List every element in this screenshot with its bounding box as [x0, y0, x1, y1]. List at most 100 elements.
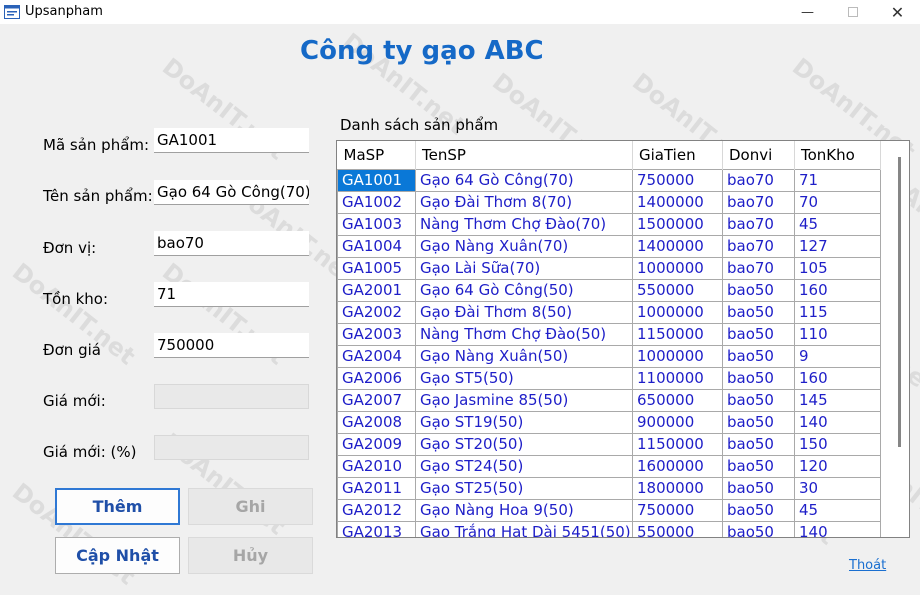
ma-san-pham-field[interactable]: GA1001	[154, 128, 309, 153]
table-cell-donvi[interactable]: bao70	[722, 256, 795, 280]
column-header-masp[interactable]: MaSP	[337, 141, 416, 169]
table-cell-tonkho[interactable]: 71	[794, 168, 881, 192]
table-cell-tonkho[interactable]: 145	[794, 388, 881, 412]
table-cell-tensp[interactable]: Gạo Đài Thơm 8(70)	[415, 190, 633, 214]
table-cell-tonkho[interactable]: 45	[794, 498, 881, 522]
vertical-scrollbar[interactable]	[898, 157, 901, 447]
table-cell-donvi[interactable]: bao50	[722, 520, 795, 537]
table-cell-masp[interactable]: GA2007	[337, 388, 416, 412]
table-cell-giatien[interactable]: 1000000	[632, 256, 723, 280]
table-cell-tonkho[interactable]: 160	[794, 366, 881, 390]
column-header-tensp[interactable]: TenSP	[415, 141, 633, 169]
table-cell-masp[interactable]: GA2012	[337, 498, 416, 522]
table-row[interactable]: GA1001 Gạo 64 Gò Công(70) 750000 bao70 71	[337, 168, 881, 192]
table-cell-tonkho[interactable]: 115	[794, 300, 881, 324]
table-cell-tensp[interactable]: Gạo Jasmine 85(50)	[415, 388, 633, 412]
table-cell-masp[interactable]: GA1001	[337, 168, 416, 192]
table-cell-donvi[interactable]: bao70	[722, 168, 795, 192]
table-cell-donvi[interactable]: bao50	[722, 344, 795, 368]
table-cell-giatien[interactable]: 900000	[632, 410, 723, 434]
table-cell-tensp[interactable]: Gạo Lài Sữa(70)	[415, 256, 633, 280]
table-cell-giatien[interactable]: 1600000	[632, 454, 723, 478]
product-grid[interactable]: MaSP TenSP GiaTien Donvi TonKho GA1001 Gạo 64…	[336, 140, 910, 538]
table-cell-tonkho[interactable]: 9	[794, 344, 881, 368]
table-cell-tensp[interactable]: Nàng Thơm Chợ Đào(70)	[415, 212, 633, 236]
cap-nhat-button[interactable]: Cập Nhật	[55, 537, 180, 574]
table-cell-donvi[interactable]: bao70	[722, 234, 795, 258]
table-cell-donvi[interactable]: bao50	[722, 476, 795, 500]
column-header-giatien[interactable]: GiaTien	[632, 141, 723, 169]
table-cell-giatien[interactable]: 1800000	[632, 476, 723, 500]
table-row[interactable]: GA2010 Gạo ST24(50) 1600000 bao50 120	[337, 454, 881, 478]
them-button[interactable]: Thêm	[55, 488, 180, 525]
table-cell-donvi[interactable]: bao50	[722, 410, 795, 434]
table-row[interactable]: GA2007 Gạo Jasmine 85(50) 650000 bao50 145	[337, 388, 881, 412]
table-cell-donvi[interactable]: bao50	[722, 388, 795, 412]
table-cell-masp[interactable]: GA2013	[337, 520, 416, 537]
ton-kho-field[interactable]: 71	[154, 282, 309, 307]
table-cell-tensp[interactable]: Gạo Nàng Hoa 9(50)	[415, 498, 633, 522]
table-cell-masp[interactable]: GA2002	[337, 300, 416, 324]
table-row[interactable]: GA2012 Gạo Nàng Hoa 9(50) 750000 bao50 45	[337, 498, 881, 522]
table-cell-donvi[interactable]: bao50	[722, 454, 795, 478]
table-cell-tensp[interactable]: Gạo ST25(50)	[415, 476, 633, 500]
table-cell-giatien[interactable]: 750000	[632, 168, 723, 192]
don-gia-field[interactable]: 750000	[154, 333, 309, 358]
table-cell-masp[interactable]: GA2010	[337, 454, 416, 478]
column-header-tonkho[interactable]: TonKho	[794, 141, 881, 169]
table-cell-tensp[interactable]: Nàng Thơm Chợ Đào(50)	[415, 322, 633, 346]
close-button[interactable]: ✕	[875, 0, 920, 24]
maximize-button[interactable]	[830, 0, 875, 24]
table-cell-tonkho[interactable]: 140	[794, 520, 881, 537]
table-cell-donvi[interactable]: bao50	[722, 278, 795, 302]
table-cell-giatien[interactable]: 1150000	[632, 432, 723, 456]
table-cell-masp[interactable]: GA2006	[337, 366, 416, 390]
table-cell-masp[interactable]: GA1005	[337, 256, 416, 280]
table-cell-donvi[interactable]: bao50	[722, 366, 795, 390]
table-row[interactable]: GA1002 Gạo Đài Thơm 8(70) 1400000 bao70 70	[337, 190, 881, 214]
table-cell-tonkho[interactable]: 150	[794, 432, 881, 456]
table-cell-tonkho[interactable]: 45	[794, 212, 881, 236]
table-cell-tonkho[interactable]: 127	[794, 234, 881, 258]
table-cell-tonkho[interactable]: 105	[794, 256, 881, 280]
table-row[interactable]: GA2004 Gạo Nàng Xuân(50) 1000000 bao50 9	[337, 344, 881, 368]
minimize-button[interactable]: —	[785, 0, 830, 24]
table-cell-tonkho[interactable]: 120	[794, 454, 881, 478]
table-cell-donvi[interactable]: bao50	[722, 300, 795, 324]
table-cell-giatien[interactable]: 1100000	[632, 366, 723, 390]
table-cell-tensp[interactable]: Gạo 64 Gò Công(50)	[415, 278, 633, 302]
table-row[interactable]: GA2003 Nàng Thơm Chợ Đào(50) 1150000 bao50 1…	[337, 322, 881, 346]
table-cell-tensp[interactable]: Gạo Nàng Xuân(70)	[415, 234, 633, 258]
table-cell-masp[interactable]: GA2003	[337, 322, 416, 346]
table-cell-tonkho[interactable]: 30	[794, 476, 881, 500]
table-row[interactable]: GA1005 Gạo Lài Sữa(70) 1000000 bao70 105	[337, 256, 881, 280]
table-cell-giatien[interactable]: 1150000	[632, 322, 723, 346]
table-cell-giatien[interactable]: 1000000	[632, 344, 723, 368]
table-cell-masp[interactable]: GA2009	[337, 432, 416, 456]
table-cell-giatien[interactable]: 1400000	[632, 234, 723, 258]
column-header-donvi[interactable]: Donvi	[722, 141, 795, 169]
table-cell-donvi[interactable]: bao50	[722, 322, 795, 346]
table-cell-giatien[interactable]: 550000	[632, 520, 723, 537]
table-cell-tensp[interactable]: Gạo ST24(50)	[415, 454, 633, 478]
don-vi-field[interactable]: bao70	[154, 231, 309, 256]
table-cell-tensp[interactable]: Gạo ST5(50)	[415, 366, 633, 390]
table-cell-masp[interactable]: GA1003	[337, 212, 416, 236]
table-row[interactable]: GA1004 Gạo Nàng Xuân(70) 1400000 bao70 127	[337, 234, 881, 258]
table-cell-tonkho[interactable]: 110	[794, 322, 881, 346]
table-cell-giatien[interactable]: 550000	[632, 278, 723, 302]
table-row[interactable]: GA2013 Gạo Trắng Hạt Dài 5451(50) 550000 ba…	[337, 520, 881, 537]
table-cell-masp[interactable]: GA2004	[337, 344, 416, 368]
table-row[interactable]: GA2006 Gạo ST5(50) 1100000 bao50 160	[337, 366, 881, 390]
table-cell-donvi[interactable]: bao50	[722, 432, 795, 456]
table-cell-masp[interactable]: GA2011	[337, 476, 416, 500]
table-row[interactable]: GA2008 Gạo ST19(50) 900000 bao50 140	[337, 410, 881, 434]
table-cell-tensp[interactable]: Gạo ST19(50)	[415, 410, 633, 434]
table-cell-masp[interactable]: GA1004	[337, 234, 416, 258]
table-cell-tensp[interactable]: Gạo 64 Gò Công(70)	[415, 168, 633, 192]
table-row[interactable]: GA2011 Gạo ST25(50) 1800000 bao50 30	[337, 476, 881, 500]
ten-san-pham-field[interactable]: Gạo 64 Gò Công(70)	[154, 180, 309, 205]
table-cell-tensp[interactable]: Gạo Trắng Hạt Dài 5451(50)	[415, 520, 633, 537]
table-cell-tensp[interactable]: Gạo ST20(50)	[415, 432, 633, 456]
table-cell-giatien[interactable]: 750000	[632, 498, 723, 522]
